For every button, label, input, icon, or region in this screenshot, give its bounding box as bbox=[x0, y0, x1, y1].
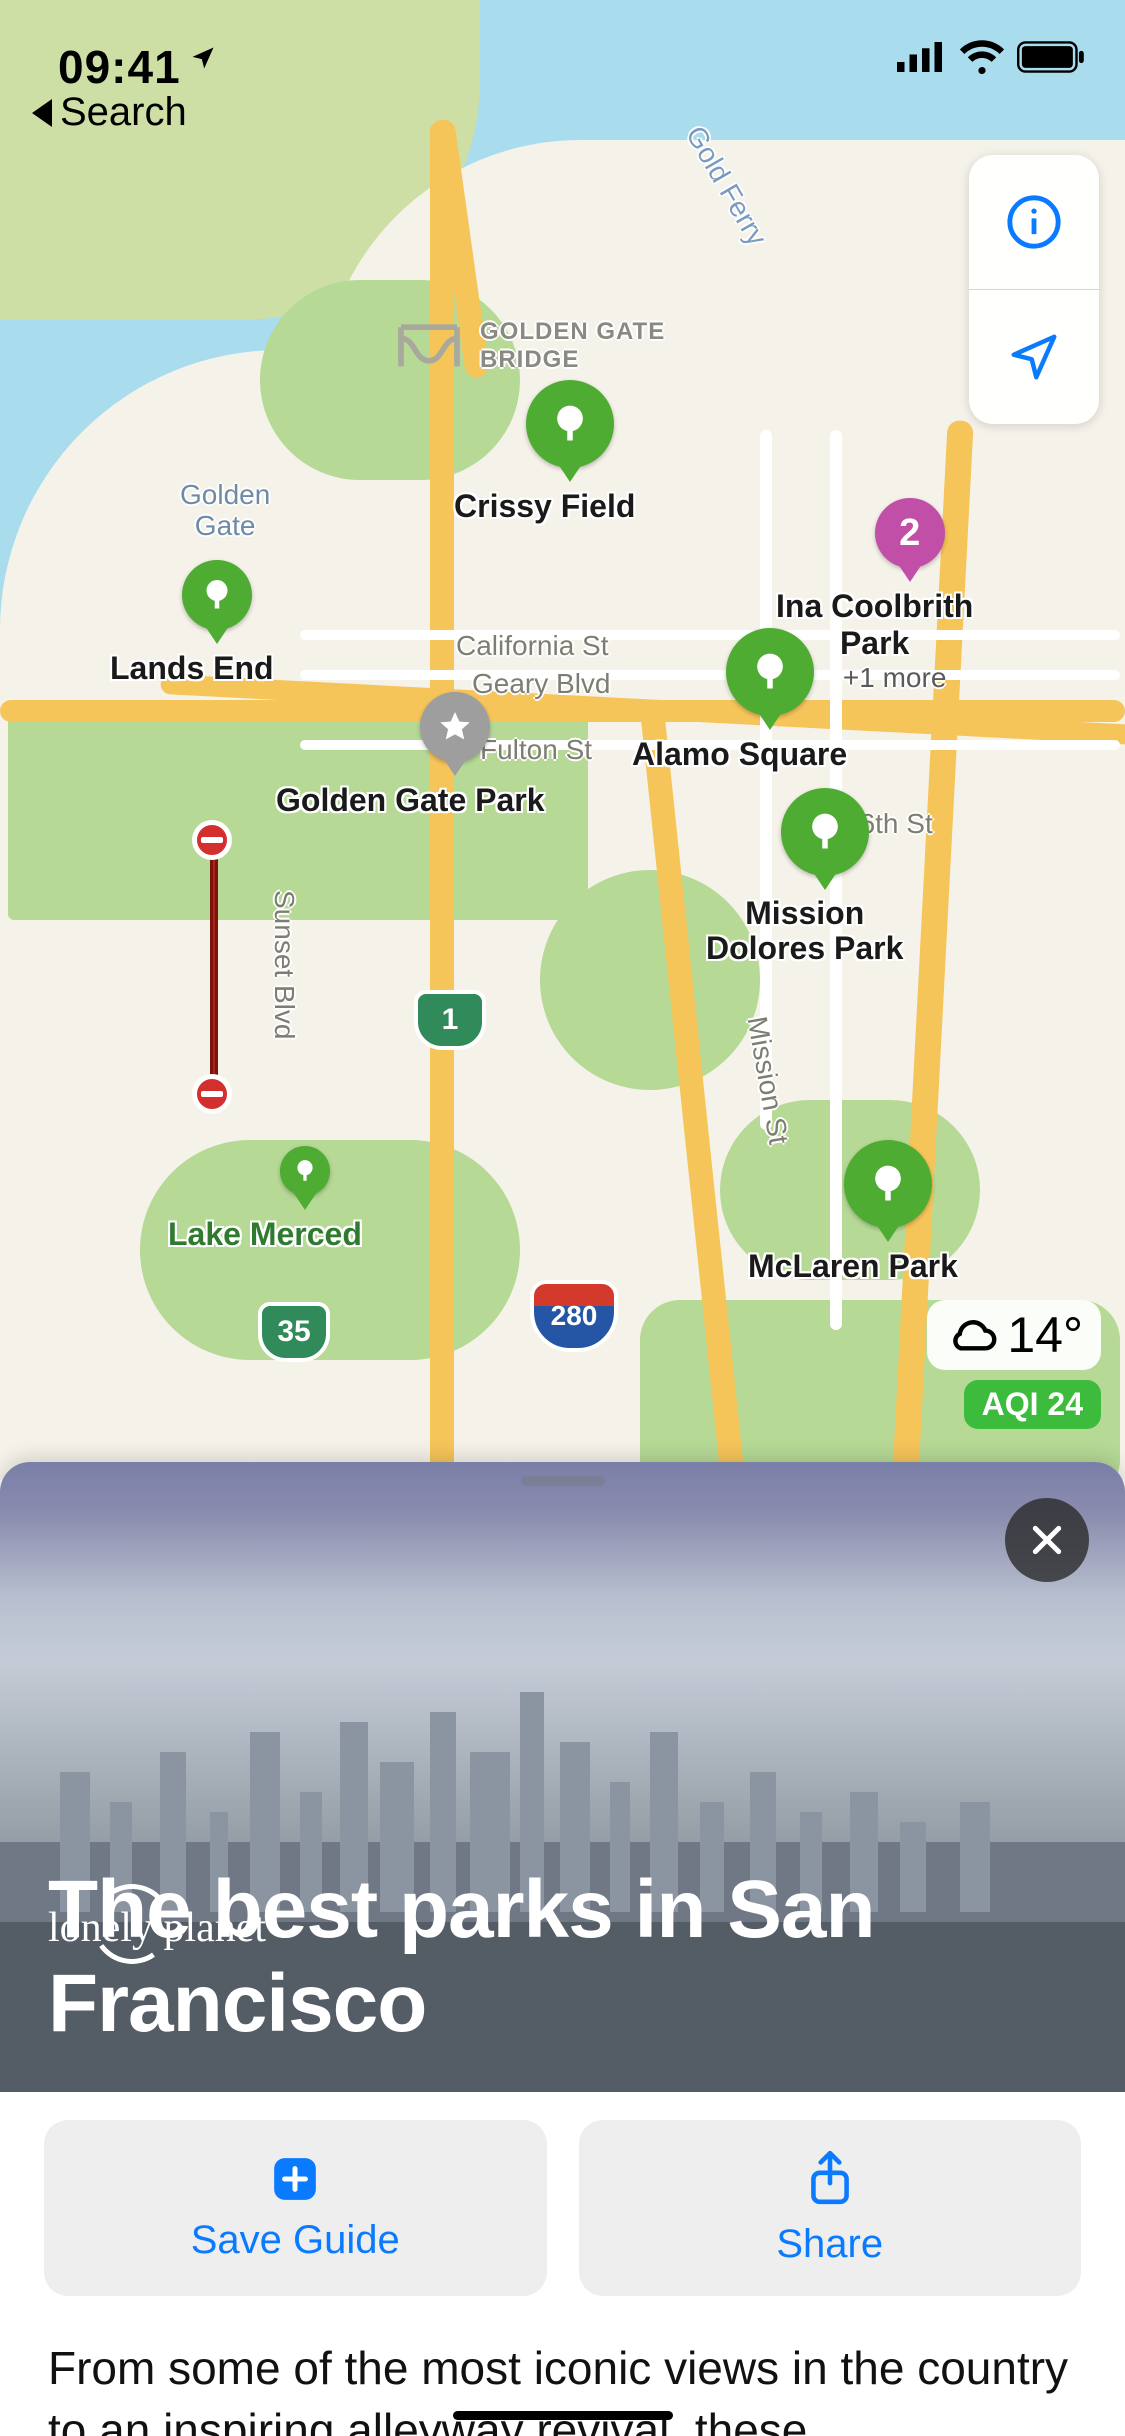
info-icon bbox=[1005, 193, 1063, 251]
pin-crissy-field[interactable]: Crissy Field bbox=[504, 380, 635, 525]
back-chevron-icon bbox=[32, 99, 52, 127]
pin-mclaren[interactable]: McLaren Park bbox=[818, 1140, 958, 1285]
pin-lands-end[interactable]: Lands End bbox=[160, 560, 274, 687]
cloud-icon bbox=[945, 1315, 999, 1355]
share-icon bbox=[805, 2150, 855, 2208]
pin-mission-dolores[interactable]: Mission Dolores Park bbox=[746, 788, 903, 966]
location-arrow-icon bbox=[1007, 330, 1061, 384]
bridge-icon bbox=[394, 316, 464, 372]
back-label: Search bbox=[60, 90, 187, 135]
save-guide-button[interactable]: Save Guide bbox=[44, 2120, 547, 2296]
guide-title: The best parks in San Francisco bbox=[48, 1863, 1077, 2050]
guide-hero: lonely planet The best parks in San Fran… bbox=[0, 1462, 1125, 2086]
pin-label: Crissy Field bbox=[454, 488, 635, 525]
map-label-golden-gate: Golden Gate bbox=[180, 480, 270, 542]
guide-sheet[interactable]: lonely planet The best parks in San Fran… bbox=[0, 1462, 1125, 2436]
plus-icon bbox=[270, 2154, 320, 2204]
aqi-badge: AQI 24 bbox=[964, 1380, 1101, 1429]
close-button[interactable] bbox=[1005, 1498, 1089, 1582]
map-canvas[interactable]: Golden Gate GOLDEN GATE BRIDGE Gold Ferr… bbox=[0, 0, 1125, 1480]
wifi-icon bbox=[959, 40, 1005, 74]
pin-label: Alamo Square bbox=[632, 736, 847, 773]
no-entry-icon bbox=[192, 1074, 232, 1114]
pin-label: McLaren Park bbox=[748, 1248, 958, 1285]
cellular-icon bbox=[897, 41, 947, 73]
locate-button[interactable] bbox=[969, 290, 1099, 424]
save-label: Save Guide bbox=[191, 2218, 400, 2263]
map-label-california: California St bbox=[456, 630, 609, 662]
map-label-sunset: Sunset Blvd bbox=[268, 890, 300, 1039]
info-button[interactable] bbox=[969, 155, 1099, 289]
sheet-grabber[interactable] bbox=[521, 1476, 605, 1486]
pin-label: Lands End bbox=[110, 650, 274, 687]
pin-label: Golden Gate Park bbox=[276, 782, 545, 819]
share-button[interactable]: Share bbox=[579, 2120, 1082, 2296]
map-label-bridge: GOLDEN GATE BRIDGE bbox=[480, 318, 665, 373]
pin-cluster-2[interactable]: 2 Ina Coolbrith Park +1 more bbox=[846, 498, 973, 694]
route-shield-1: 1 bbox=[414, 990, 486, 1050]
pin-golden-gate-park[interactable]: Golden Gate Park bbox=[366, 692, 545, 819]
share-label: Share bbox=[776, 2222, 883, 2267]
battery-icon bbox=[1017, 41, 1085, 73]
pin-label: Mission Dolores Park bbox=[706, 896, 903, 966]
back-to-search[interactable]: Search bbox=[32, 90, 187, 135]
route-shield-280: 280 bbox=[530, 1280, 618, 1352]
no-entry-icon bbox=[192, 820, 232, 860]
pin-sublabel: +1 more bbox=[816, 662, 973, 694]
pin-lake-merced[interactable]: Lake Merced bbox=[248, 1146, 362, 1253]
weather-widget[interactable]: 14° AQI 24 bbox=[927, 1300, 1101, 1429]
location-services-icon bbox=[189, 44, 217, 72]
close-icon bbox=[1027, 1520, 1067, 1560]
pin-label: Ina Coolbrith Park bbox=[776, 588, 973, 662]
temperature: 14° bbox=[1007, 1306, 1083, 1364]
status-time: 09:41 bbox=[58, 40, 181, 94]
home-indicator[interactable] bbox=[453, 2411, 673, 2420]
map-controls bbox=[969, 155, 1099, 424]
pin-label: Lake Merced bbox=[168, 1216, 362, 1253]
route-shield-35: 35 bbox=[258, 1302, 330, 1362]
